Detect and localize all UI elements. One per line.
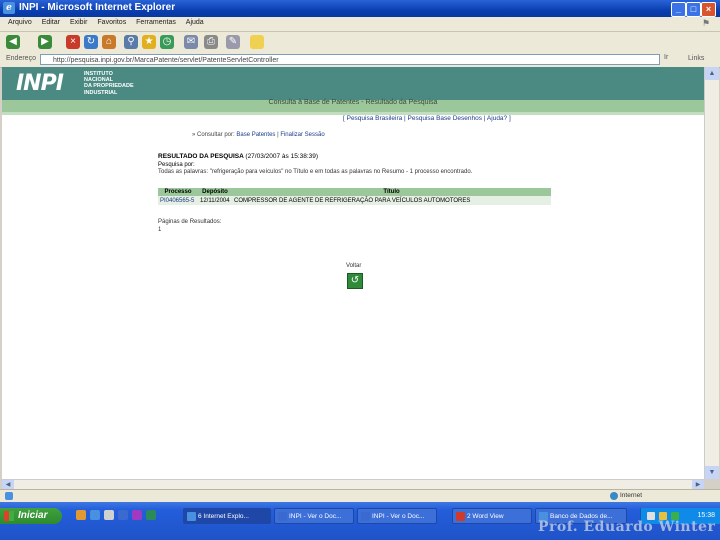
refresh-icon[interactable]: ↻: [84, 35, 98, 49]
scroll-up-icon[interactable]: ▲: [705, 67, 719, 80]
home-icon[interactable]: ⌂: [102, 35, 116, 49]
col-titulo: Título: [232, 188, 551, 196]
end-session-link[interactable]: Finalizar Sessão: [280, 132, 324, 138]
task-inpi-1[interactable]: INPI - Ver o Doc...: [274, 508, 354, 524]
institute-name: INSTITUTO NACIONAL DA PROPRIEDADE INDUST…: [84, 71, 134, 96]
task-word-icon: [278, 512, 287, 521]
breadcrumb-prefix: » Consultar por:: [192, 132, 235, 138]
breadcrumb: » Consultar por: Base Patentes | Finaliz…: [192, 132, 325, 138]
window-title: INPI - Microsoft Internet Explorer: [19, 2, 176, 13]
task-internet-explorer[interactable]: 6 Internet Explo...: [183, 508, 271, 524]
forward-icon[interactable]: ▶: [38, 35, 52, 49]
pages-label: Páginas de Resultados:: [158, 219, 222, 225]
result-date: (27/03/2007 às 15:38:39): [245, 153, 319, 160]
internet-zone-icon: [610, 492, 618, 500]
task-inpi-2[interactable]: INPI - Ver o Doc...: [357, 508, 437, 524]
back-icon[interactable]: ◀: [6, 35, 20, 49]
col-processo: Processo: [158, 188, 198, 196]
windows-logo-icon: [4, 511, 14, 521]
print-icon[interactable]: ⎙: [204, 35, 218, 49]
presenter-credit: Prof. Eduardo Winter: [538, 519, 716, 535]
maximize-button[interactable]: □: [686, 2, 701, 17]
address-label: Endereço: [6, 55, 36, 62]
titulo-cell: COMPRESSOR DE AGENTE DE REFRIGERAÇÃO PAR…: [232, 196, 551, 205]
menu-tools[interactable]: Ferramentas: [136, 19, 176, 26]
stop-icon[interactable]: ×: [66, 35, 80, 49]
menu-edit[interactable]: Editar: [42, 19, 60, 26]
back-label: Voltar: [346, 263, 362, 269]
scroll-down-icon[interactable]: ▼: [705, 466, 719, 479]
task-ie-icon: [187, 512, 196, 521]
edit-icon[interactable]: ✎: [226, 35, 240, 49]
back-arrow-icon: ↺: [350, 275, 360, 286]
inpi-logo[interactable]: INPI: [16, 71, 64, 96]
quicklaunch-desktop-icon[interactable]: [104, 510, 114, 520]
processo-link[interactable]: PI0406565-5: [158, 196, 198, 205]
menu-favorites[interactable]: Favoritos: [97, 19, 126, 26]
links-button[interactable]: Links: [688, 55, 704, 62]
close-button[interactable]: ×: [701, 2, 716, 17]
go-button[interactable]: Ir: [664, 54, 668, 61]
page-heading: Consulta à Base de Patentes - Resultado …: [268, 99, 438, 106]
top-links[interactable]: [ Pesquisa Brasileira | Pesquisa Base De…: [343, 115, 511, 122]
window-titlebar: e INPI - Microsoft Internet Explorer _ □…: [0, 0, 720, 17]
base-patentes-link[interactable]: Base Patentes: [236, 132, 275, 138]
page-number[interactable]: 1: [158, 227, 161, 233]
menu-file[interactable]: Arquivo: [8, 19, 32, 26]
result-title: RESULTADO DA PESQUISA (27/03/2007 às 15:…: [158, 153, 318, 160]
quicklaunch-icon[interactable]: [76, 510, 86, 520]
search-label: Pesquisa por:: [158, 162, 195, 168]
toolbar: ◀ ▶ × ↻ ⌂ ⚲ ★ ◷ ✉ ⎙ ✎: [0, 32, 720, 54]
quicklaunch-word-icon[interactable]: [118, 510, 128, 520]
favorites-icon[interactable]: ★: [142, 35, 156, 49]
search-icon[interactable]: ⚲: [124, 35, 138, 49]
security-zone: Internet: [620, 492, 643, 499]
start-button[interactable]: Iniciar: [0, 508, 62, 524]
address-input[interactable]: http://pesquisa.inpi.gov.br/MarcaPatente…: [40, 54, 660, 65]
menu-help[interactable]: Ajuda: [186, 19, 204, 26]
back-button[interactable]: ↺: [347, 273, 363, 289]
quicklaunch-ie-icon[interactable]: [90, 510, 100, 520]
deposito-cell: 12/11/2004: [198, 196, 232, 205]
page-status-icon: [5, 492, 13, 500]
menu-view[interactable]: Exibir: [70, 19, 88, 26]
col-deposito: Depósito: [198, 188, 232, 196]
mail-icon[interactable]: ✉: [184, 35, 198, 49]
menu-bar: Arquivo Editar Exibir Favoritos Ferramen…: [0, 17, 720, 32]
results-table: Processo Depósito Título PI0406565-5 12/…: [158, 188, 551, 205]
vertical-scrollbar[interactable]: ▲ ▼: [704, 67, 719, 479]
result-title-text: RESULTADO DA PESQUISA: [158, 153, 244, 160]
search-description: Todas as palavras: "refrigeração para ve…: [158, 169, 473, 175]
ie-icon: e: [3, 2, 15, 14]
history-icon[interactable]: ◷: [160, 35, 174, 49]
quicklaunch-excel-icon[interactable]: [146, 510, 156, 520]
task-pdf-icon: [456, 512, 465, 521]
inpi-header: INPI INSTITUTO NACIONAL DA PROPRIEDADE I…: [2, 67, 704, 100]
minimize-button[interactable]: _: [671, 2, 686, 17]
messenger-icon[interactable]: [250, 35, 264, 49]
quicklaunch-app-icon[interactable]: [132, 510, 142, 520]
address-bar: Endereço http://pesquisa.inpi.gov.br/Mar…: [0, 53, 720, 68]
table-row: PI0406565-5 12/11/2004 COMPRESSOR DE AGE…: [158, 196, 551, 205]
task-word-icon-2: [361, 512, 370, 521]
status-bar: Internet: [0, 489, 720, 503]
page-content: INPI INSTITUTO NACIONAL DA PROPRIEDADE I…: [2, 67, 704, 479]
start-label: Iniciar: [18, 510, 48, 521]
task-word-view[interactable]: 2 Word View: [452, 508, 532, 524]
windows-flag-icon: ⚑: [702, 18, 711, 28]
